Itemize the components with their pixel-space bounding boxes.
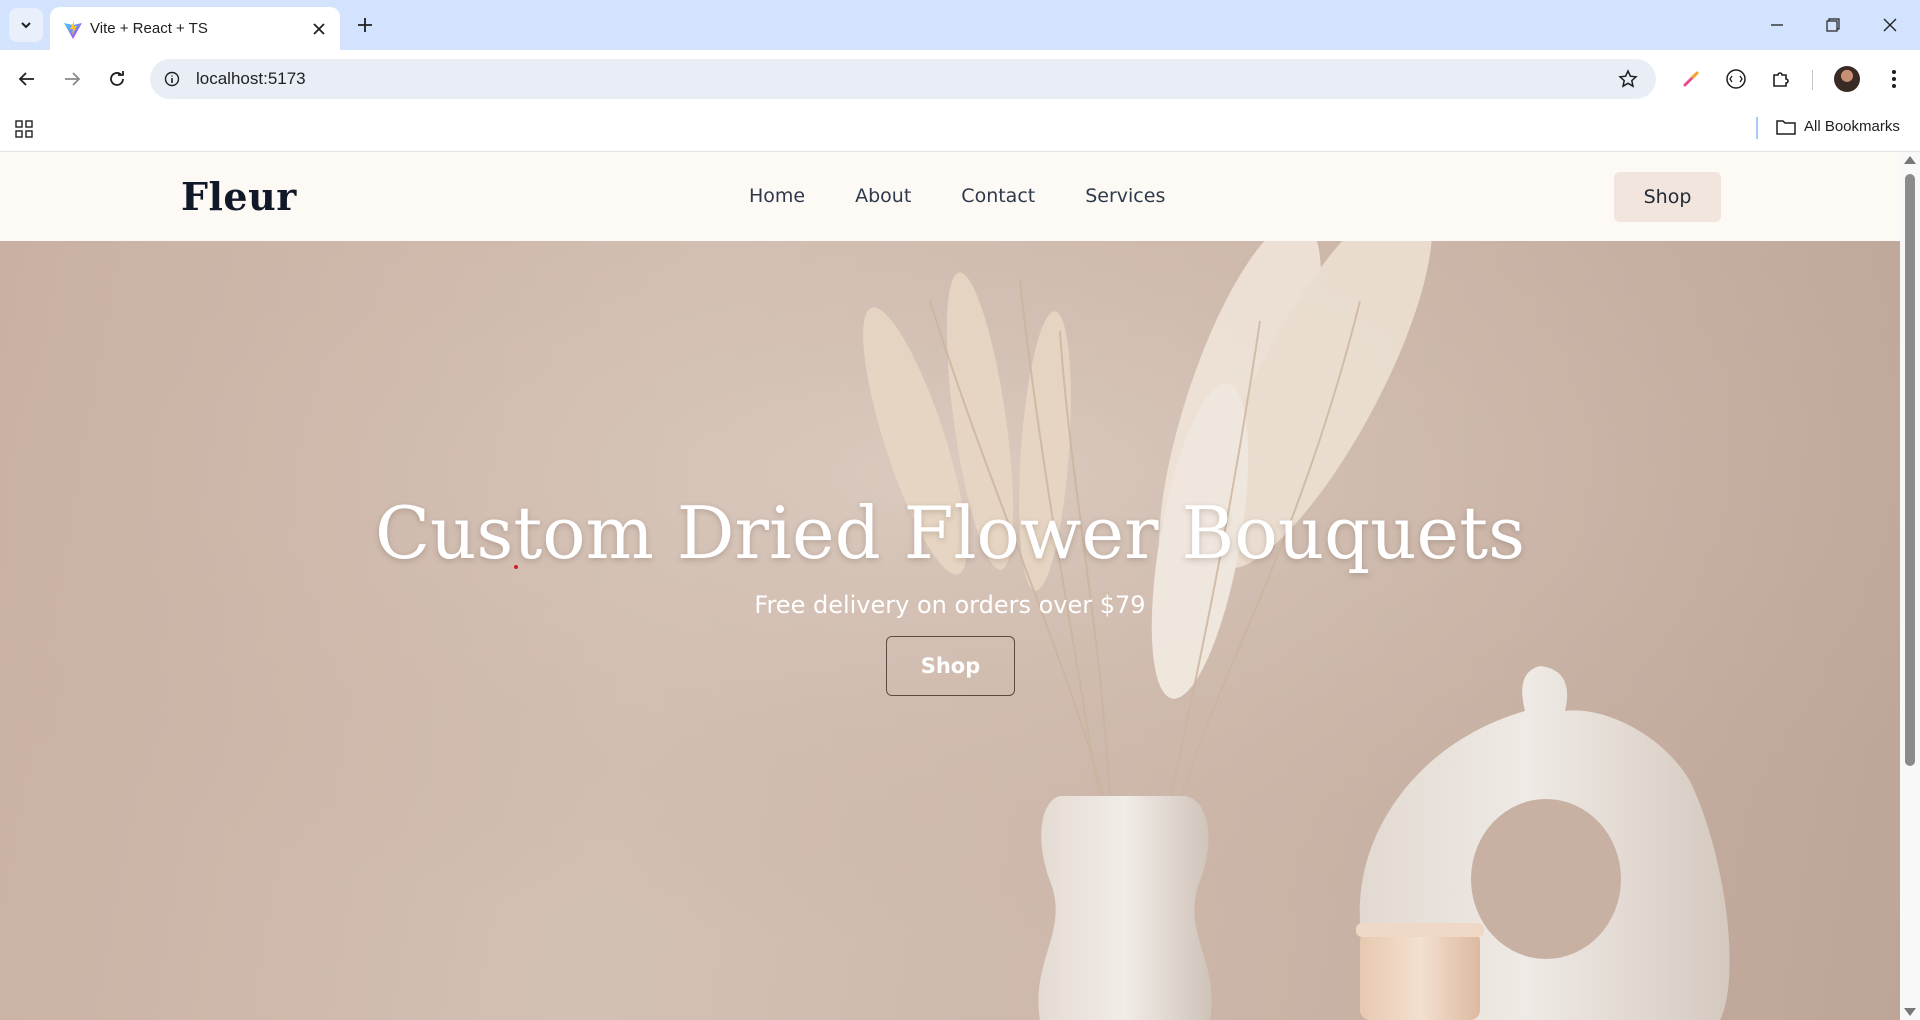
scroll-down-icon[interactable] xyxy=(1904,1008,1916,1016)
folder-icon xyxy=(1776,119,1796,135)
restore-icon[interactable] xyxy=(1820,12,1846,38)
toolbar-divider xyxy=(1812,70,1813,90)
url-text[interactable]: localhost:5173 xyxy=(196,69,306,89)
scroll-thumb[interactable] xyxy=(1905,174,1915,766)
hero-title: Custom Dried Flower Bouquets xyxy=(374,491,1526,575)
more-icon[interactable] xyxy=(1879,64,1909,94)
hero-shop-button[interactable]: Shop xyxy=(886,636,1015,696)
hero-section: Custom Dried Flower Bouquets Free delive… xyxy=(0,241,1900,1020)
nav-contact[interactable]: Contact xyxy=(961,185,1035,207)
page-scrollbar[interactable] xyxy=(1900,152,1920,1020)
bookmarks-bar: All Bookmarks xyxy=(0,107,1920,152)
vite-favicon-icon xyxy=(64,21,82,39)
minimize-icon[interactable] xyxy=(1764,12,1790,38)
cursor-indicator xyxy=(514,565,518,569)
site-logo[interactable]: Fleur xyxy=(181,174,297,219)
header-shop-button[interactable]: Shop xyxy=(1614,172,1721,222)
apps-grid-icon[interactable] xyxy=(12,117,36,141)
close-window-icon[interactable] xyxy=(1877,12,1903,38)
color-picker-extension-icon[interactable] xyxy=(1676,64,1706,94)
close-icon[interactable] xyxy=(308,18,330,40)
site-info-icon[interactable] xyxy=(162,69,182,89)
extension-icon[interactable] xyxy=(1721,64,1751,94)
puzzle-icon[interactable] xyxy=(1766,64,1796,94)
address-bar[interactable]: localhost:5173 xyxy=(150,59,1656,99)
hero-subtitle: Free delivery on orders over $79 xyxy=(754,591,1146,619)
tab-title: Vite + React + TS xyxy=(90,20,208,37)
back-arrow-icon[interactable] xyxy=(12,64,42,94)
tab-strip: Vite + React + TS xyxy=(0,0,1920,50)
bookmarks-divider xyxy=(1756,117,1758,139)
nav-about[interactable]: About xyxy=(855,185,911,207)
reload-icon[interactable] xyxy=(102,64,132,94)
site-nav: Home About Contact Services xyxy=(749,185,1165,207)
scroll-up-icon[interactable] xyxy=(1904,156,1916,164)
active-tab[interactable]: Vite + React + TS xyxy=(50,7,340,50)
site-header: Fleur Home About Contact Services Shop xyxy=(0,152,1900,241)
page-viewport: Fleur Home About Contact Services Shop C… xyxy=(0,152,1900,1020)
tab-search-icon[interactable] xyxy=(9,8,43,42)
browser-toolbar: localhost:5173 xyxy=(0,50,1920,107)
bookmark-star-icon[interactable] xyxy=(1616,67,1640,91)
forward-arrow-icon[interactable] xyxy=(57,64,87,94)
avatar[interactable] xyxy=(1834,66,1860,92)
hero-background-image xyxy=(0,241,1900,1020)
plus-icon[interactable] xyxy=(352,12,378,38)
all-bookmarks-button[interactable]: All Bookmarks xyxy=(1776,118,1900,135)
nav-services[interactable]: Services xyxy=(1085,185,1165,207)
all-bookmarks-label: All Bookmarks xyxy=(1804,118,1900,135)
nav-home[interactable]: Home xyxy=(749,185,805,207)
